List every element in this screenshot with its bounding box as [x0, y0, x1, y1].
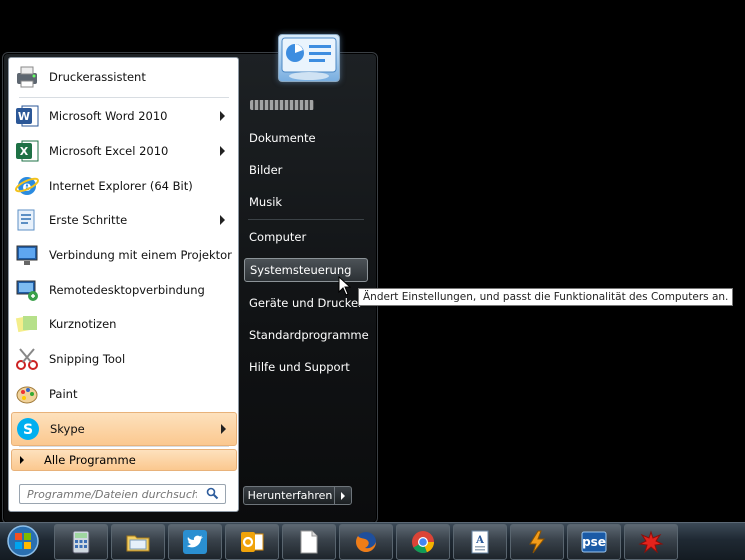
- right-item-standardprogramme[interactable]: Standardprogramme: [244, 323, 369, 347]
- right-item-bilder[interactable]: Bilder: [244, 158, 368, 182]
- right-item-hilfe-und-support[interactable]: Hilfe und Support: [244, 355, 368, 379]
- program-label: Skype: [50, 422, 85, 436]
- separator: [19, 97, 229, 98]
- scissors-icon: [13, 345, 41, 373]
- paint-palette-icon: [13, 380, 41, 408]
- projector-icon: [13, 241, 41, 269]
- getting-started-icon: [13, 206, 41, 234]
- program-label: Druckerassistent: [49, 70, 146, 84]
- calculator-icon: [72, 530, 90, 554]
- svg-text:A: A: [475, 535, 484, 546]
- windows-orb-icon: [7, 525, 39, 557]
- blank-document-icon: [300, 530, 318, 554]
- submenu-arrow-icon[interactable]: [220, 146, 225, 156]
- taskbar-button-outlook[interactable]: [225, 524, 279, 560]
- right-item-label: Bilder: [249, 163, 283, 177]
- program-label: Remotedesktopverbindung: [49, 283, 205, 297]
- pse-label: pse: [582, 535, 606, 549]
- submenu-arrow-icon[interactable]: [220, 111, 225, 121]
- program-label: Internet Explorer (64 Bit): [49, 179, 193, 193]
- shutdown-button[interactable]: Herunterfahren: [243, 486, 337, 505]
- svg-text:S: S: [23, 422, 33, 438]
- tooltip: Ändert Einstellungen, und passt die Funk…: [358, 288, 734, 306]
- program-item-remotedesktop[interactable]: Remotedesktopverbindung: [11, 274, 235, 306]
- program-label: Kurznotizen: [49, 317, 117, 331]
- skype-icon: S: [14, 415, 42, 443]
- remote-desktop-icon: [13, 276, 41, 304]
- svg-text:X: X: [20, 145, 29, 158]
- separator: [19, 446, 229, 447]
- program-list-pane: Druckerassistent W Microsoft Word 2010 X…: [8, 57, 239, 512]
- program-label: Erste Schritte: [49, 213, 128, 227]
- outlook-icon: [241, 532, 264, 552]
- winamp-icon: [529, 530, 546, 554]
- right-item-label: Standardprogramme: [249, 328, 369, 342]
- program-label: Microsoft Word 2010: [49, 109, 168, 123]
- right-item-label: Computer: [249, 230, 307, 244]
- shutdown-label: Herunterfahren: [247, 489, 333, 502]
- right-item-musik[interactable]: Musik: [244, 190, 368, 214]
- right-item-label: Dokumente: [249, 131, 316, 145]
- program-item-excel[interactable]: X Microsoft Excel 2010: [11, 135, 235, 167]
- program-label: Microsoft Excel 2010: [49, 144, 169, 158]
- file-explorer-icon: [126, 535, 150, 552]
- right-item-label: Geräte und Drucker: [249, 296, 363, 310]
- word-icon: W: [13, 102, 41, 130]
- program-label: Paint: [49, 387, 78, 401]
- program-item-kurznotizen[interactable]: Kurznotizen: [11, 308, 235, 340]
- right-item-dokumente[interactable]: Dokumente: [244, 126, 368, 150]
- program-item-internet-explorer[interactable]: e Internet Explorer (64 Bit): [11, 170, 235, 202]
- firefox-icon: [356, 532, 376, 552]
- start-button[interactable]: [3, 523, 43, 559]
- submenu-arrow-icon[interactable]: [220, 215, 225, 225]
- mouse-cursor-icon: [338, 276, 352, 296]
- text-document-icon: A: [471, 530, 489, 554]
- taskbar-button-firefox[interactable]: [339, 524, 393, 560]
- sticky-notes-icon: [13, 310, 41, 338]
- taskbar-button-winamp[interactable]: [510, 524, 564, 560]
- program-label: Snipping Tool: [49, 352, 126, 366]
- all-programs-label: Alle Programme: [44, 453, 136, 467]
- taskbar-button-photoshop-elements[interactable]: pse: [567, 524, 621, 560]
- chrome-icon: [412, 531, 434, 553]
- right-item-label: Musik: [249, 195, 283, 209]
- search-input[interactable]: [25, 486, 199, 502]
- program-item-druckerassistent[interactable]: Druckerassistent: [11, 61, 235, 93]
- shutdown-options-button[interactable]: [334, 486, 352, 505]
- right-item-computer[interactable]: Computer: [244, 225, 368, 249]
- taskbar-button-chrome[interactable]: [396, 524, 450, 560]
- taskbar-button-calculator[interactable]: [54, 524, 108, 560]
- taskbar-button-twitter[interactable]: [168, 524, 222, 560]
- tooltip-text: Ändert Einstellungen, und passt die Funk…: [363, 291, 729, 303]
- svg-text:W: W: [18, 110, 30, 123]
- printer-wizard-icon: [13, 63, 41, 91]
- search-icon[interactable]: [206, 487, 219, 503]
- triangle-right-icon: [20, 456, 24, 464]
- program-label: Verbindung mit einem Projektor: [49, 248, 232, 262]
- separator: [248, 219, 364, 220]
- control-panel-icon: [281, 37, 337, 80]
- excel-icon: X: [13, 137, 41, 165]
- twitter-icon: [183, 530, 207, 554]
- internet-explorer-icon: e: [13, 172, 41, 200]
- taskbar-button-document[interactable]: [282, 524, 336, 560]
- user-picture[interactable]: [278, 34, 340, 82]
- program-item-word[interactable]: W Microsoft Word 2010: [11, 100, 235, 132]
- taskbar-button-text-document[interactable]: A: [453, 524, 507, 560]
- red-splat-icon: [638, 530, 664, 554]
- all-programs-button[interactable]: Alle Programme: [11, 449, 237, 471]
- search-box[interactable]: [19, 484, 226, 504]
- username-redacted[interactable]: [250, 100, 314, 110]
- right-item-label: Hilfe und Support: [249, 360, 350, 374]
- program-item-paint[interactable]: Paint: [11, 378, 235, 410]
- submenu-arrow-icon[interactable]: [221, 424, 226, 434]
- taskbar-button-explorer[interactable]: [111, 524, 165, 560]
- program-item-erste-schritte[interactable]: Erste Schritte: [11, 204, 235, 236]
- program-item-snipping-tool[interactable]: Snipping Tool: [11, 343, 235, 375]
- taskbar-button-red-app[interactable]: [624, 524, 678, 560]
- right-item-label: Systemsteuerung: [250, 263, 352, 277]
- program-item-skype[interactable]: S Skype: [11, 412, 237, 446]
- program-item-projektor[interactable]: Verbindung mit einem Projektor: [11, 239, 235, 271]
